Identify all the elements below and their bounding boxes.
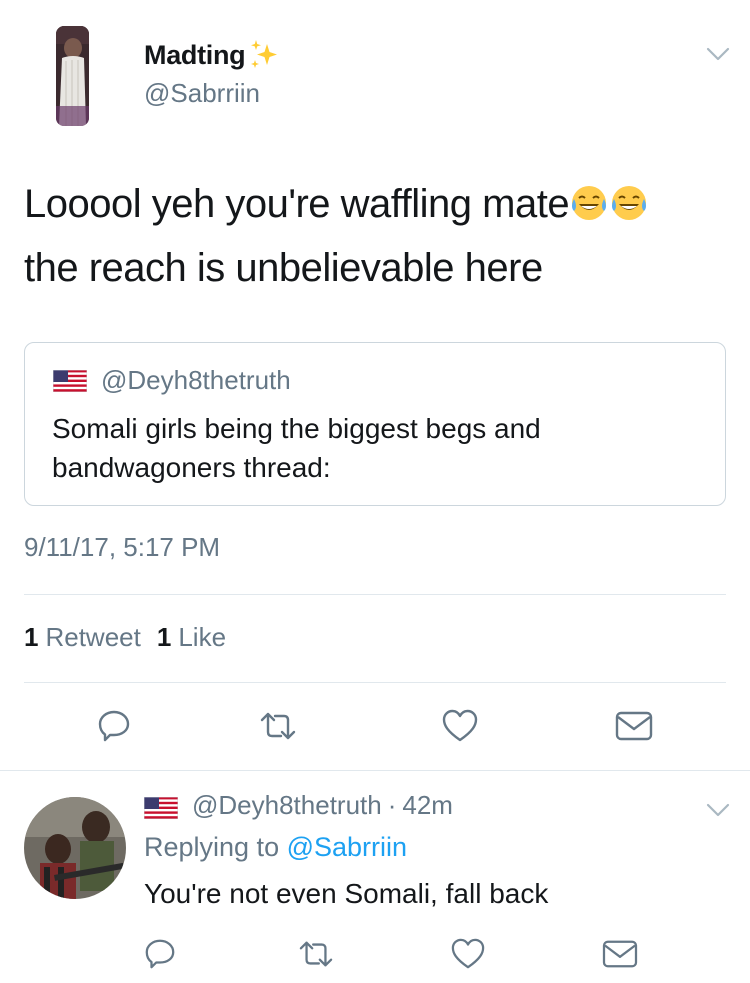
tweet-text: Looool yeh you're waffling mate the reac… [24,172,724,300]
quote-header: @Deyh8thetruth [52,365,291,396]
reply-action-bar [0,934,750,978]
divider [0,770,750,771]
face-with-tears-of-joy-icon [609,178,649,220]
sparkles-icon [247,38,281,72]
chevron-down-icon[interactable] [706,802,730,818]
reply-avatar[interactable] [24,797,126,899]
reply-icon[interactable] [140,934,180,974]
divider [24,594,726,595]
divider [24,682,726,683]
face-with-tears-of-joy-icon [569,178,609,220]
direct-message-icon[interactable] [600,934,640,974]
tweet-action-bar [0,706,750,750]
replying-to-label: Replying to [144,832,280,862]
us-flag-icon [52,369,88,392]
quoted-tweet-card[interactable]: @Deyh8thetruth Somali girls being the bi… [24,342,726,506]
tweet-timestamp[interactable]: 9/11/17, 5:17 PM [24,532,220,563]
direct-message-icon[interactable] [614,706,654,746]
tweet-text-line2: the reach is unbelievable here [24,246,543,290]
display-name-row[interactable]: Madting [144,38,281,72]
replying-to-mention[interactable]: @Sabrriin [287,832,407,862]
like-count[interactable]: 1 [157,622,171,653]
tweet-header: Madting @Sabrriin [0,0,750,150]
separator-dot: · [387,790,397,820]
us-flag-icon [143,795,179,819]
user-handle[interactable]: @Sabrriin [144,78,260,109]
reply-text: You're not even Somali, fall back [144,878,549,909]
retweet-icon[interactable] [296,934,336,974]
reply-time[interactable]: 42m [402,790,453,821]
display-name[interactable]: Madting [144,40,246,71]
retweet-label[interactable]: Retweet [45,622,140,653]
quote-text: Somali girls being the biggest begs and … [52,413,541,483]
user-avatar[interactable] [56,26,89,126]
like-icon[interactable] [440,706,480,746]
reply-header: @Deyh8thetruth · 42m [143,790,453,821]
like-icon[interactable] [448,934,488,974]
reply-handle[interactable]: @Deyh8thetruth [192,790,382,821]
retweet-count[interactable]: 1 [24,622,38,653]
tweet-stats: 1 Retweet 1 Like [24,622,226,653]
retweet-icon[interactable] [258,706,298,746]
tweet-text-line1: Looool yeh you're waffling mate [24,182,570,226]
replying-to: Replying to @Sabrriin [144,832,407,863]
quote-handle[interactable]: @Deyh8thetruth [101,365,291,396]
reply-icon[interactable] [94,706,134,746]
like-label[interactable]: Like [178,622,226,653]
chevron-down-icon[interactable] [706,46,730,62]
